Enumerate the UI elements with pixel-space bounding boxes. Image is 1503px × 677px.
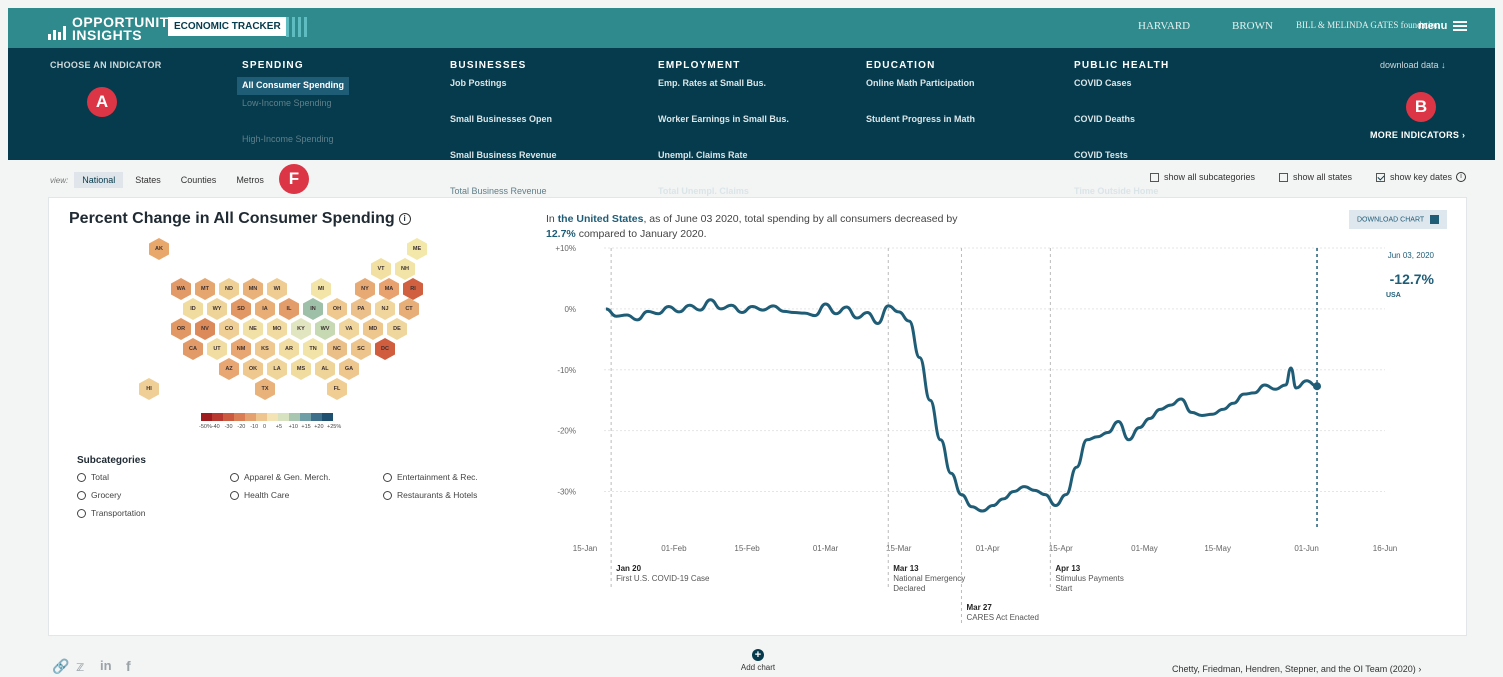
- spending-line-chart: +10% 0% -10% -20% -30% 15-Jan 01-Feb 15-Feb 01-M…: [555, 244, 1435, 626]
- add-chart-button[interactable]: + Add chart: [738, 649, 778, 672]
- x-tick-label: 15-Jan: [573, 544, 597, 553]
- x-tick-label: 15-May: [1204, 544, 1231, 553]
- key-date-label: National Emergency: [893, 574, 965, 583]
- plus-icon: +: [752, 649, 764, 661]
- link-icon[interactable]: 🔗: [52, 658, 69, 675]
- key-date-label: Declared: [893, 584, 925, 593]
- y-tick-label: 0%: [564, 305, 576, 314]
- citation-link[interactable]: Chetty, Friedman, Hendren, Stepner, and …: [1172, 664, 1421, 674]
- x-tick-label: 01-Mar: [813, 544, 839, 553]
- linkedin-icon[interactable]: in: [100, 658, 112, 673]
- y-tick-label: +10%: [555, 244, 576, 253]
- key-date-label: First U.S. COVID-19 Case: [616, 574, 710, 583]
- twitter-icon[interactable]: 𝕫: [76, 658, 84, 675]
- current-region-label: USA: [1386, 292, 1401, 299]
- y-tick-label: -30%: [557, 488, 576, 497]
- x-tick-label: 15-Apr: [1049, 544, 1073, 553]
- key-date-label: Stimulus Payments: [1055, 574, 1123, 583]
- current-value-point: [1313, 382, 1322, 391]
- current-date-label: Jun 03, 2020: [1388, 251, 1435, 260]
- x-tick-label: 01-Jun: [1294, 544, 1318, 553]
- x-tick-label: 01-Feb: [661, 544, 687, 553]
- y-tick-label: -10%: [557, 366, 576, 375]
- key-date-title: Jan 20: [616, 564, 641, 573]
- key-date-label: CARES Act Enacted: [966, 613, 1038, 622]
- facebook-icon[interactable]: f: [126, 658, 131, 674]
- x-tick-label: 15-Mar: [886, 544, 912, 553]
- key-date-title: Apr 13: [1055, 564, 1080, 573]
- x-tick-label: 01-May: [1131, 544, 1158, 553]
- citation-text: Chetty, Friedman, Hendren, Stepner, and …: [1172, 664, 1416, 674]
- key-date-label: Start: [1055, 584, 1073, 593]
- y-tick-label: -20%: [557, 427, 576, 436]
- x-tick-label: 16-Jun: [1373, 544, 1397, 553]
- x-tick-label: 01-Apr: [976, 544, 1000, 553]
- key-date-title: Mar 13: [893, 564, 919, 573]
- marker-f: F: [279, 164, 309, 194]
- add-chart-label: Add chart: [740, 663, 776, 672]
- x-tick-label: 15-Feb: [734, 544, 760, 553]
- current-value-label: -12.7%: [1390, 271, 1435, 287]
- key-date-title: Mar 27: [966, 603, 992, 612]
